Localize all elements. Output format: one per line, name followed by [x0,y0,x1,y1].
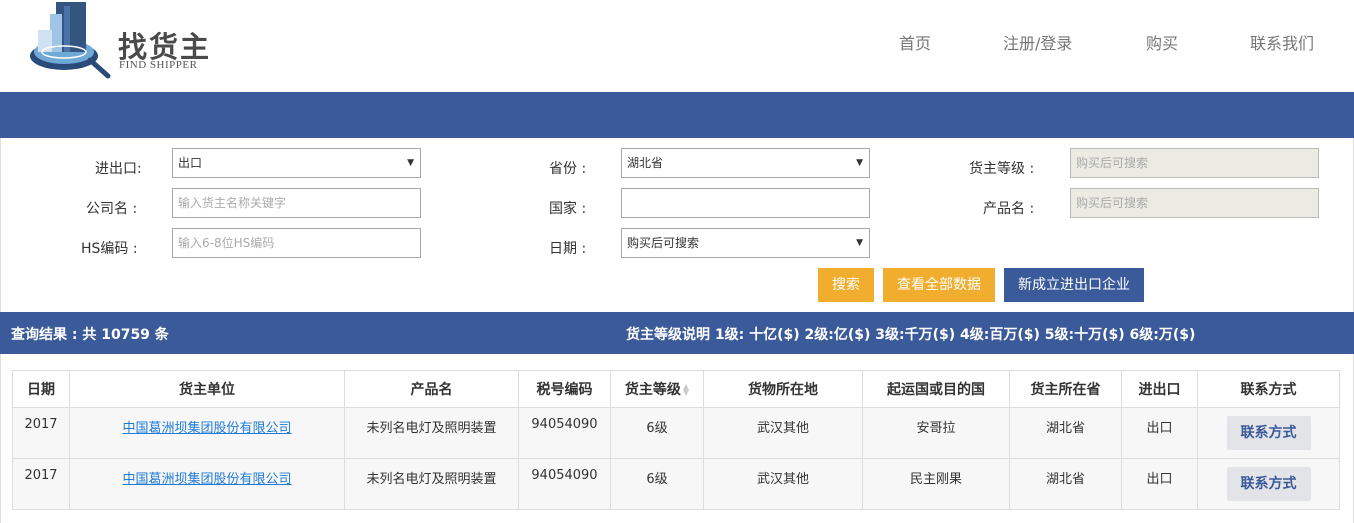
logo-building-icon [30,2,111,79]
nav-home[interactable]: 首页 [899,30,931,54]
hs-code-placeholder: 输入6-8位HS编码 [178,236,275,250]
header-province[interactable]: 货主所在省 [1009,370,1122,408]
cell-import-export: 出口 [1121,407,1198,459]
cell-location: 武汉其他 [703,407,863,459]
shipper-grade-placeholder: 购买后可搜索 [1076,156,1149,170]
cell-product: 未列名电灯及照明装置 [344,407,519,459]
result-bar: 查询结果 : 共 10759 条 货主等级说明 1级: 十亿($) 2级:亿($… [0,312,1354,354]
cell-grade: 6级 [610,458,704,510]
header-grade[interactable]: 货主等级 ▲ ▼ [610,370,704,408]
cell-company: 中国葛洲坝集团股份有限公司 [69,458,345,510]
nav-buy[interactable]: 购买 [1146,30,1178,54]
cell-date: 2017 [12,458,70,510]
search-button[interactable]: 搜索 [818,268,874,302]
header-product[interactable]: 产品名 [344,370,519,408]
header-grade-label: 货主等级 [624,382,681,398]
hs-code-label: HS编码 : [81,241,138,257]
date-label: 日期 : [549,241,587,257]
hs-code-input[interactable]: 输入6-8位HS编码 [172,228,421,258]
header-hs-code[interactable]: 税号编码 [518,370,611,408]
product-name-input[interactable]: 购买后可搜索 [1070,188,1319,218]
company-name-input[interactable]: 输入货主名称关键字 [172,188,421,218]
import-export-select[interactable]: 出口 [172,148,421,178]
import-export-value: 出口 [178,156,203,170]
cell-hs-code: 94054090 [518,458,611,510]
province-select[interactable]: 湖北省 [621,148,870,178]
cell-import-export: 出口 [1121,458,1198,510]
header-date[interactable]: 日期 [12,370,70,408]
cell-product: 未列名电灯及照明装置 [344,458,519,510]
header-import-export[interactable]: 进出口 [1121,370,1198,408]
site-header: 找货主 FIND SHIPPER 首页 注册/登录 购买 联系我们 [0,0,1354,92]
province-value: 湖北省 [627,156,664,170]
table-header-row: 日期 货主单位 产品名 税号编码 货主等级 ▲ ▼ 货物所在地 起运国或目的国 货主… [12,370,1340,408]
sort-icon[interactable]: ▲ ▼ [683,383,689,397]
shipper-grade-label: 货主等级 : [969,161,1035,177]
shipper-grade-input[interactable]: 购买后可搜索 [1070,148,1319,178]
cell-date: 2017 [12,407,70,459]
cell-contact: 联系方式 [1197,407,1340,459]
banner-band [0,92,1354,138]
header-location[interactable]: 货物所在地 [703,370,863,408]
cell-province: 湖北省 [1009,407,1122,459]
cell-company: 中国葛洲坝集团股份有限公司 [69,407,345,459]
company-link[interactable]: 中国葛洲坝集团股份有限公司 [122,472,291,487]
company-name-placeholder: 输入货主名称关键字 [178,196,287,210]
product-name-placeholder: 购买后可搜索 [1076,196,1149,210]
country-input[interactable] [621,188,870,218]
product-name-label: 产品名 : [983,201,1035,217]
cell-country: 民主刚果 [862,458,1010,510]
results-table-wrapper: 日期 货主单位 产品名 税号编码 货主等级 ▲ ▼ 货物所在地 起运国或目的国 货主… [0,354,1354,523]
table-row: 2017 中国葛洲坝集团股份有限公司 未列名电灯及照明装置 94054090 6… [12,407,1340,459]
company-name-label: 公司名 : [86,201,138,217]
cell-location: 武汉其他 [703,458,863,510]
contact-button[interactable]: 联系方式 [1226,467,1311,501]
cell-grade: 6级 [610,407,704,459]
header-shipper[interactable]: 货主单位 [69,370,345,408]
logo-subtitle: FIND SHIPPER [119,59,198,71]
table-row: 2017 中国葛洲坝集团股份有限公司 未列名电灯及照明装置 94054090 6… [12,458,1340,510]
country-label: 国家 : [549,201,587,217]
new-company-button[interactable]: 新成立进出口企业 [1004,268,1144,302]
nav-contact-us[interactable]: 联系我们 [1250,30,1314,54]
header-contact[interactable]: 联系方式 [1197,370,1340,408]
date-select[interactable]: 购买后可搜索 [621,228,870,258]
nav-register-login[interactable]: 注册/登录 [1003,30,1072,54]
grade-legend: 货主等级说明 1级: 十亿($) 2级:亿($) 3级:千万($) 4级:百万(… [626,327,1196,343]
cell-country: 安哥拉 [862,407,1010,459]
view-all-data-button[interactable]: 查看全部数据 [883,268,995,302]
date-value: 购买后可搜索 [627,236,700,250]
search-form: 进出口: 出口 省份 : 湖北省 货主等级 : 购买后可搜索 公司名 : 输入货… [0,138,1354,312]
cell-contact: 联系方式 [1197,458,1340,510]
result-count: 查询结果 : 共 10759 条 [11,327,169,343]
results-table: 日期 货主单位 产品名 税号编码 货主等级 ▲ ▼ 货物所在地 起运国或目的国 货主… [12,370,1340,510]
company-link[interactable]: 中国葛洲坝集团股份有限公司 [122,421,291,436]
import-export-label: 进出口: [95,161,142,177]
header-country[interactable]: 起运国或目的国 [862,370,1010,408]
province-label: 省份 : [549,161,587,177]
contact-button[interactable]: 联系方式 [1226,416,1311,450]
logo[interactable]: 找货主 FIND SHIPPER [28,0,228,80]
cell-hs-code: 94054090 [518,407,611,459]
cell-province: 湖北省 [1009,458,1122,510]
